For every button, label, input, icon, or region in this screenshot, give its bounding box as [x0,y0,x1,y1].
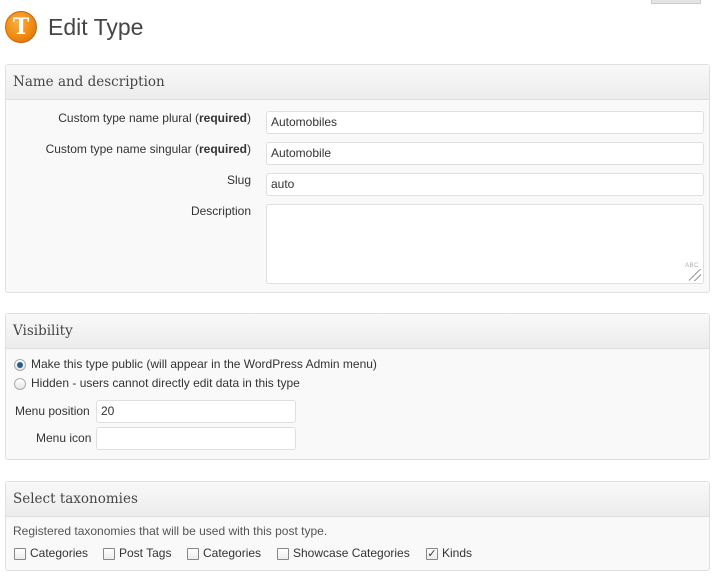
taxonomy-label-kinds: Kinds [442,546,473,560]
menu-icon-label: Menu icon [36,431,92,445]
plural-required-text: required [198,111,247,125]
singular-name-input[interactable]: Automobile [266,142,704,165]
hidden-radio-label: Hidden - users cannot directly edit data… [31,376,300,390]
description-textarea[interactable]: ABC [266,204,704,284]
taxonomy-label-showcase-categories: Showcase Categories [293,546,410,560]
plural-label-text: Custom type name plural ( [58,111,199,125]
taxonomies-description: Registered taxonomies that will be used … [13,524,328,538]
slug-input[interactable]: auto [266,173,704,196]
taxonomy-checkbox-showcase-categories[interactable] [277,548,289,560]
visibility-heading: Visibility [6,314,709,349]
name-description-box: Name and description Custom type name pl… [5,64,710,293]
description-label: Description [190,204,251,218]
taxonomy-checkbox-post-tags[interactable] [103,548,115,560]
taxonomies-heading: Select taxonomies [6,482,709,517]
plural-name-input[interactable]: Automobiles [266,111,704,134]
name-description-heading: Name and description [6,65,709,100]
hidden-radio[interactable] [14,378,26,390]
public-radio[interactable] [14,359,26,371]
visibility-box: Visibility Make this type public (will a… [5,313,710,460]
page-header: T Edit Type [5,10,143,44]
singular-label-text: Custom type name singular ( [45,142,199,156]
taxonomy-checkbox-categories-2[interactable] [187,548,199,560]
menu-position-input[interactable]: 20 [96,400,296,423]
singular-name-label: Custom type name singular (required) [46,142,251,156]
taxonomies-box: Select taxonomies Registered taxonomies … [5,481,710,571]
taxonomy-checkbox-kinds[interactable]: ✓ [426,548,438,560]
resize-grip-icon[interactable] [689,269,701,281]
plural-label-close: ) [247,111,251,125]
slug-label: Slug [226,173,251,187]
page-title: Edit Type [48,14,144,40]
menu-position-label: Menu position [15,404,90,418]
singular-label-close: ) [247,142,251,156]
plural-name-label: Custom type name plural (required) [58,111,251,125]
taxonomy-label-categories: Categories [30,546,89,560]
types-logo-icon: T [5,11,37,43]
menu-icon-input[interactable] [96,427,296,450]
logo-letter: T [12,14,30,40]
public-radio-label: Make this type public (will appear in th… [31,357,377,371]
screen-options-tab[interactable] [651,0,701,4]
taxonomy-label-categories-2: Categories [203,546,262,560]
taxonomy-checkbox-categories[interactable] [14,548,26,560]
taxonomy-label-post-tags: Post Tags [119,546,172,560]
singular-required-text: required [198,142,247,156]
